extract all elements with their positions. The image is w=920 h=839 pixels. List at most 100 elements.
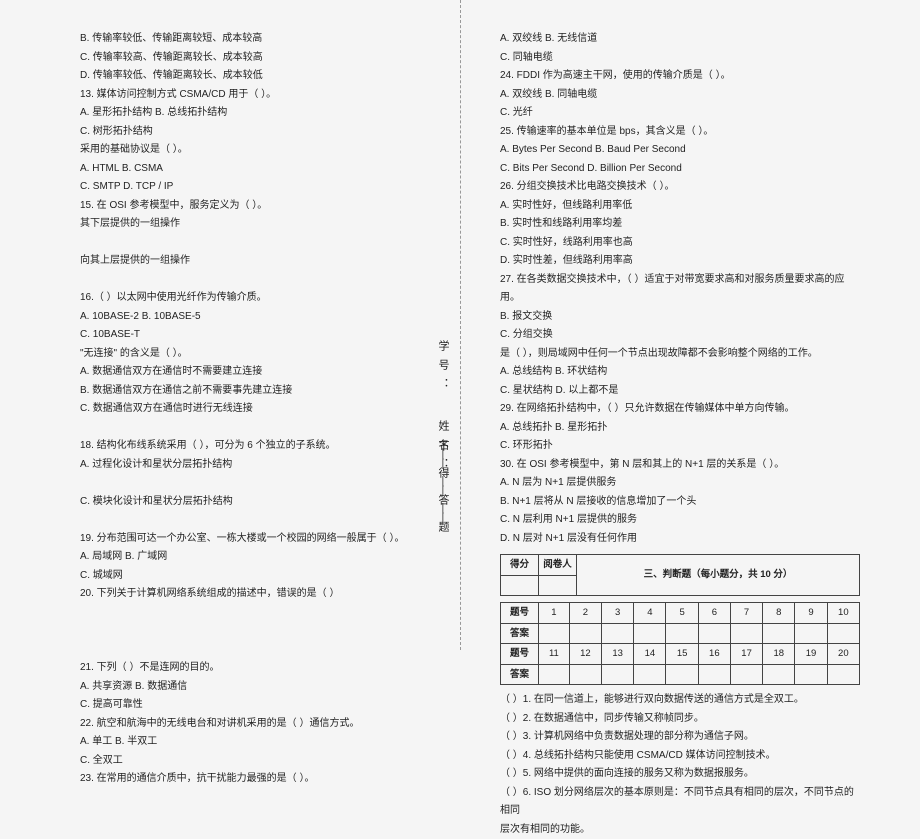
text-line: C. 模块化设计和星状分层拓扑结构 (80, 493, 440, 512)
text-line: 27. 在各类数据交换技术中，（ ）适宜于对带宽要求高和对服务质量要求高的应用。 (500, 271, 860, 308)
score-table: 得分 阅卷人 三、判断题（每小题分，共 10 分） (500, 554, 860, 596)
page-divider (460, 0, 461, 650)
text-line: 19. 分布范围可达一个办公室、一栋大楼或一个校园的网络一般属于（ ）。 (80, 530, 440, 549)
ans-cell (730, 664, 762, 685)
judge-line: （ ）4. 总线拓扑结构只能使用 CSMA/CD 媒体访问控制技术。 (500, 747, 860, 766)
text-line: A. 局域网 B. 广域网 (80, 548, 440, 567)
text-line: C. 环形拓扑 (500, 437, 860, 456)
num: 16 (698, 644, 730, 665)
num: 8 (763, 603, 795, 624)
text-line: C. 光纤 (500, 104, 860, 123)
text-line: 25. 传输速率的基本单位是 bps，其含义是（ ）。 (500, 123, 860, 142)
num: 6 (698, 603, 730, 624)
ans-cell (795, 664, 827, 685)
text-line: C. 星状结构 D. 以上都不是 (500, 382, 860, 401)
text-line: A. 共享资源 B. 数据通信 (80, 678, 440, 697)
num: 12 (569, 644, 601, 665)
text-line (80, 271, 440, 290)
num: 2 (569, 603, 601, 624)
num: 18 (763, 644, 795, 665)
num: 15 (666, 644, 698, 665)
ans-cell (539, 664, 570, 685)
text-line: D. 传输率较低、传输距离较长、成本较低 (80, 67, 440, 86)
ans-cell (698, 664, 730, 685)
text-line: 其下层提供的一组操作 (80, 215, 440, 234)
text-line: A. 双绞线 B. 无线信道 (500, 30, 860, 49)
text-line: "无连接" 的含义是（ ）。 (80, 345, 440, 364)
ans-cell (569, 664, 601, 685)
text-line: A. N 层为 N+1 层提供服务 (500, 474, 860, 493)
ans-cell (827, 623, 859, 644)
text-line (80, 234, 440, 253)
text-line: 24. FDDI 作为高速主干网，使用的传输介质是（ ）。 (500, 67, 860, 86)
text-line: A. 总线拓扑 B. 星形拓扑 (500, 419, 860, 438)
num: 17 (730, 644, 762, 665)
ans-cell (634, 664, 666, 685)
judge-line: （ ）5. 网络中提供的面向连接的服务又称为数据报服务。 (500, 765, 860, 784)
ans-cell (698, 623, 730, 644)
text-line: 16.（ ）以太网中使用光纤作为传输介质。 (80, 289, 440, 308)
text-line: D. 实时性差，但线路利用率高 (500, 252, 860, 271)
right-column: A. 双绞线 B. 无线信道 C. 同轴电缆 24. FDDI 作为高速主干网，… (470, 0, 920, 650)
text-line (80, 622, 440, 641)
num: 11 (539, 644, 570, 665)
vertical-label-fold: 下——得——答——题 (435, 440, 451, 530)
num: 4 (634, 603, 666, 624)
text-line (80, 604, 440, 623)
text-line: B. 实时性和线路利用率均差 (500, 215, 860, 234)
text-line: C. N 层利用 N+1 层提供的服务 (500, 511, 860, 530)
row-num-label: 题号 (501, 644, 539, 665)
text-line (80, 474, 440, 493)
text-line: D. N 层对 N+1 层没有任何作用 (500, 530, 860, 549)
num: 9 (795, 603, 827, 624)
text-line: C. 全双工 (80, 752, 440, 771)
text-line: A. Bytes Per Second B. Baud Per Second (500, 141, 860, 160)
text-line: 22. 航空和航海中的无线电台和对讲机采用的是（ ）通信方式。 (80, 715, 440, 734)
ans-cell (763, 623, 795, 644)
text-line: 23. 在常用的通信介质中，抗干扰能力最强的是（ ）。 (80, 770, 440, 789)
ans-cell (539, 623, 570, 644)
text-line: 15. 在 OSI 参考模型中，服务定义为（ ）。 (80, 197, 440, 216)
text-line: A. 星形拓扑结构 B. 总线拓扑结构 (80, 104, 440, 123)
text-line: B. 传输率较低、传输距离较短、成本较高 (80, 30, 440, 49)
text-line: 13. 媒体访问控制方式 CSMA/CD 用于（ ）。 (80, 86, 440, 105)
reviewer-label: 阅卷人 (539, 555, 577, 576)
answer-grid: 题号 1 2 3 4 5 6 7 8 9 10 答案 题号 11 12 13 1… (500, 602, 860, 685)
left-column: B. 传输率较低、传输距离较短、成本较高 C. 传输率较高、传输距离较长、成本较… (0, 0, 470, 650)
num: 14 (634, 644, 666, 665)
ans-cell (666, 623, 698, 644)
text-line: B. 数据通信双方在通信之前不需要事先建立连接 (80, 382, 440, 401)
score-label: 得分 (501, 555, 539, 576)
text-line: 向其上层提供的一组操作 (80, 252, 440, 271)
text-line: C. 同轴电缆 (500, 49, 860, 68)
text-line: C. 传输率较高、传输距离较长、成本较高 (80, 49, 440, 68)
text-line: A. HTML B. CSMA (80, 160, 440, 179)
ans-cell (730, 623, 762, 644)
section-title: 三、判断题（每小题分，共 10 分） (577, 555, 860, 596)
ans-cell (602, 664, 634, 685)
judge-line: 层次有相同的功能。 (500, 821, 860, 839)
judge-line: （ ）1. 在同一信道上，能够进行双向数据传送的通信方式是全双工。 (500, 691, 860, 710)
vertical-label-student-id: 学号： (435, 340, 451, 397)
text-line: C. 10BASE-T (80, 326, 440, 345)
text-line: C. Bits Per Second D. Billion Per Second (500, 160, 860, 179)
ans-cell (634, 623, 666, 644)
text-line: C. 树形拓扑结构 (80, 123, 440, 142)
ans-cell (602, 623, 634, 644)
text-line: A. 过程化设计和星状分层拓扑结构 (80, 456, 440, 475)
text-line (80, 511, 440, 530)
text-line: A. 双绞线 B. 同轴电缆 (500, 86, 860, 105)
text-line: 是（ ），则局域网中任何一个节点出现故障都不会影响整个网络的工作。 (500, 345, 860, 364)
text-line: A. 数据通信双方在通信时不需要建立连接 (80, 363, 440, 382)
text-line: 21. 下列（ ）不是连网的目的。 (80, 659, 440, 678)
judge-line: （ ）2. 在数据通信中，同步传输又称帧同步。 (500, 710, 860, 729)
ans-cell (666, 664, 698, 685)
judge-line: （ ）3. 计算机网络中负责数据处理的部分称为通信子网。 (500, 728, 860, 747)
text-line: C. 实时性好，线路利用率也高 (500, 234, 860, 253)
text-line: 26. 分组交换技术比电路交换技术（ ）。 (500, 178, 860, 197)
text-line: 采用的基础协议是（ ）。 (80, 141, 440, 160)
text-line: B. N+1 层将从 N 层接收的信息增加了一个头 (500, 493, 860, 512)
row-ans-label: 答案 (501, 623, 539, 644)
reviewer-cell (539, 575, 577, 596)
text-line: C. SMTP D. TCP / IP (80, 178, 440, 197)
